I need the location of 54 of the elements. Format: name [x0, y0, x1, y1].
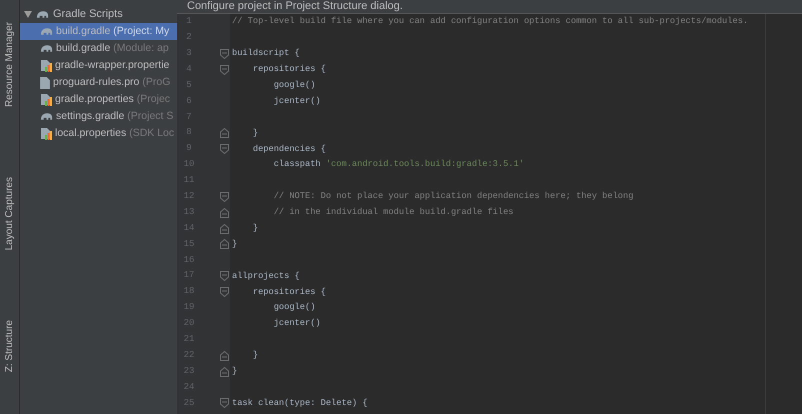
code-text: } [252, 126, 258, 140]
code-text: classpath [272, 158, 322, 172]
code-text: repositories { [252, 286, 326, 299]
code-text: } [252, 222, 258, 235]
fold-end-icon[interactable] [220, 239, 229, 250]
tree-item[interactable]: proguard-rules.pro (ProG [20, 74, 177, 91]
elephant-icon [40, 112, 53, 121]
code-comment: // Top-level build file where you can add configuration options common to all sub-projects/modules. [232, 15, 748, 28]
fold-end-icon[interactable] [220, 350, 229, 361]
expand-arrow-icon[interactable] [24, 11, 32, 18]
code-text: repositories { [252, 63, 326, 76]
tool-window-tab[interactable]: Resource Manager [2, 22, 17, 108]
elephant-icon [36, 10, 49, 19]
code-text: buildscript { [232, 47, 300, 60]
fold-end-icon[interactable] [220, 208, 229, 218]
properties-file-icon [40, 127, 52, 140]
tool-window-tab[interactable]: Layout Captures [2, 177, 17, 250]
file-icon [40, 76, 50, 88]
code-text: dependencies { [252, 142, 326, 156]
tool-window-tab[interactable]: Z: Structure [2, 320, 17, 373]
fold-end-icon[interactable] [220, 128, 229, 138]
code-text: google() [272, 301, 316, 314]
tree-item[interactable]: gradle-wrapper.propertie [20, 57, 177, 74]
code-comment: // NOTE: Do not place your application dependencies here; they belong [272, 190, 634, 204]
fold-icon[interactable] [220, 48, 229, 59]
fold-icon[interactable] [220, 192, 229, 202]
tree-item[interactable]: Gradle Scripts [20, 6, 177, 23]
code-text: google() [272, 78, 316, 92]
properties-file-icon [40, 93, 52, 106]
code-text: allprojects { [232, 270, 300, 283]
fold-icon[interactable] [220, 64, 229, 75]
notification-banner: Configure project in Project Structure dialog. [177, 0, 802, 14]
tree-item[interactable]: settings.gradle (Project S [20, 108, 177, 125]
elephant-icon [40, 44, 53, 53]
fold-icon[interactable] [220, 144, 229, 154]
fold-icon[interactable] [220, 271, 229, 282]
code-text: } [232, 238, 238, 251]
properties-file-icon [40, 59, 52, 72]
code-text: jcenter() [272, 94, 321, 108]
fold-icon[interactable] [220, 398, 229, 408]
fold-end-icon[interactable] [220, 224, 229, 234]
fold-icon[interactable] [220, 287, 229, 298]
code-text: } [232, 365, 238, 378]
elephant-icon [40, 27, 53, 36]
code-text: task clean(type: Delete) { [232, 396, 368, 410]
tree-item[interactable]: gradle.properties (Projec [20, 91, 177, 108]
tree-item[interactable]: build.gradle (Module: ap [20, 40, 177, 57]
code-text: jcenter() [272, 317, 321, 330]
tree-item[interactable]: local.properties (SDK Loc [20, 125, 177, 142]
code-comment: // in the individual module build.gradle files [272, 206, 514, 220]
tree-item[interactable]: build.gradle (Project: My [20, 23, 177, 40]
fold-end-icon[interactable] [220, 366, 229, 377]
code-string: 'com.android.tools.build:gradle:3.5.1' [326, 158, 524, 172]
code-text: } [252, 349, 258, 362]
